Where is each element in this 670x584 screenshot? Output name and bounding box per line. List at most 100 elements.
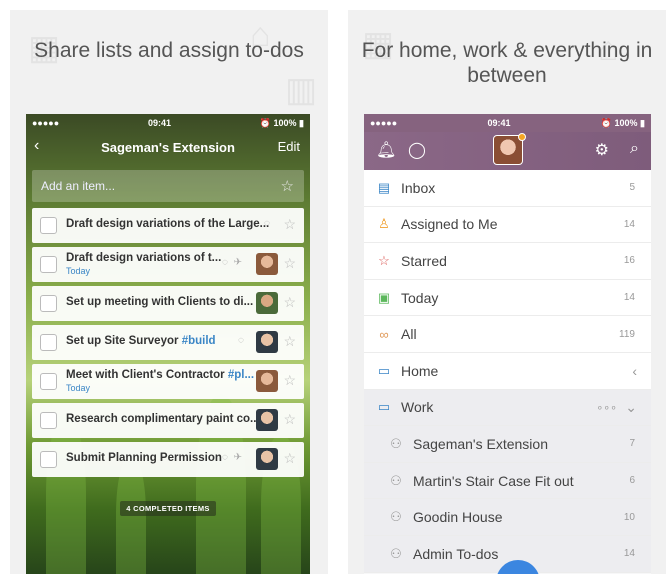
shared-list-icon: ⚇: [390, 435, 402, 451]
task-checkbox[interactable]: [40, 373, 57, 390]
shared-list-icon: ⚇: [390, 509, 402, 525]
completed-label: 4 COMPLETED ITEMS: [120, 501, 216, 516]
reminder-icon: ✈: [233, 257, 242, 268]
task-item[interactable]: Meet with Client's Contractor #pl... Tod…: [32, 364, 304, 399]
hashtag: #pl...: [227, 369, 255, 381]
sidebar-item-today[interactable]: ▣ Today 14: [364, 279, 651, 317]
assignee-avatar: [256, 331, 278, 353]
trash-doodle-icon: ▥: [285, 71, 318, 109]
bell-icon[interactable]: 🔔︎: [376, 140, 396, 160]
user-avatar[interactable]: [493, 133, 526, 165]
add-item-placeholder: Add an item...: [41, 179, 116, 193]
signal-indicator: ●●●●●: [370, 118, 398, 128]
phone-screen-list: ●●●●● 09:41 ⏰ 100% ▮ ‹ Sageman's Extensi…: [26, 114, 310, 574]
battery-indicator: ⏰ 100% ▮: [259, 117, 304, 128]
nav-bar: ‹ Sageman's Extension Edit: [26, 132, 310, 162]
sidebar-item-inbox[interactable]: ▤ Inbox 5: [364, 170, 651, 207]
task-title: Meet with Client's Contractor #pl...: [66, 369, 255, 381]
star-icon[interactable]: ☆: [283, 411, 296, 428]
shared-list-icon: ⚇: [390, 472, 402, 488]
task-title: Draft design variations of the Large...: [66, 218, 270, 230]
headline: For home, work & everything in between: [361, 39, 653, 87]
search-icon[interactable]: ⌕: [630, 140, 639, 158]
task-checkbox[interactable]: [40, 412, 57, 429]
hashtag: #build: [181, 335, 216, 347]
star-icon: ☆: [378, 252, 390, 268]
sidebar-list-item[interactable]: ⚇ Sageman's Extension 7: [364, 426, 651, 463]
folder-icon: ▭: [377, 399, 391, 415]
shared-list-icon: ⚇: [390, 545, 402, 561]
right-promo-panel: ▦ ⌂ For home, work & everything in betwe…: [348, 10, 666, 574]
task-title: Research complimentary paint co...: [66, 413, 260, 425]
star-icon[interactable]: ☆: [281, 177, 294, 195]
task-item[interactable]: Set up meeting with Clients to di... ☆: [32, 286, 304, 321]
notification-dot: [518, 133, 526, 141]
task-item[interactable]: Draft design variations of t... Today ◌ …: [32, 247, 304, 282]
comment-icon: ◌: [222, 257, 228, 268]
due-date: Today: [66, 383, 91, 393]
sidebar-folder-home[interactable]: ▭ Home ‹: [364, 352, 651, 390]
comment-icon: ◌: [222, 452, 228, 463]
task-checkbox[interactable]: [40, 451, 57, 468]
task-list: Draft design variations of the Large... …: [32, 208, 304, 481]
assignee-avatar: [256, 253, 278, 275]
gear-icon[interactable]: ⚙: [595, 140, 609, 160]
chevron-left-icon[interactable]: ‹: [632, 363, 637, 379]
star-icon[interactable]: ☆: [283, 333, 296, 350]
sidebar-folder-work[interactable]: ▭ Work ∘∘∘ ⌄: [364, 389, 651, 427]
chevron-down-icon[interactable]: ⌄: [625, 399, 637, 416]
task-title: Submit Planning Permission: [66, 452, 222, 464]
infinity-icon: ∞: [379, 326, 389, 342]
sidebar-item-assigned[interactable]: ♙ Assigned to Me 14: [364, 206, 651, 244]
chat-icon[interactable]: ◯: [408, 140, 426, 160]
left-promo-panel: ▦ ⌂ ▥ Share lists and assign to-dos ●●●●…: [10, 10, 328, 574]
completed-items-toggle[interactable]: 4 COMPLETED ITEMS: [26, 498, 310, 516]
task-checkbox[interactable]: [40, 256, 57, 273]
sidebar-item-all[interactable]: ∞ All 119: [364, 316, 651, 353]
person-icon: ♙: [378, 216, 390, 232]
task-item[interactable]: Submit Planning Permission ◌ ✈ ☆: [32, 442, 304, 477]
task-title: Draft design variations of t...: [66, 252, 222, 264]
due-date: Today: [66, 266, 91, 276]
back-icon[interactable]: ‹: [34, 137, 39, 155]
star-icon[interactable]: ☆: [283, 450, 296, 467]
headline: Share lists and assign to-dos: [34, 39, 304, 62]
task-checkbox[interactable]: [40, 217, 57, 234]
task-item[interactable]: Set up Site Surveyor #build ◌ ☆: [32, 325, 304, 360]
calendar-icon: ▣: [377, 289, 391, 305]
star-icon[interactable]: ☆: [283, 372, 296, 389]
task-item[interactable]: Draft design variations of the Large... …: [32, 208, 304, 243]
assignee-avatar: [256, 409, 278, 431]
signal-indicator: ●●●●●: [32, 118, 60, 128]
nav-bar: 🔔︎ ◯ ⚙ ⌕: [364, 132, 651, 170]
assignee-avatar: [256, 292, 278, 314]
phone-screen-sidebar: ●●●●● 09:41 ⏰ 100% ▮ 🔔︎ ◯ ⚙ ⌕ ▤ Inbox 5 …: [364, 114, 651, 574]
task-title: Set up Site Surveyor #build: [66, 335, 216, 347]
folder-icon: ▭: [377, 362, 391, 378]
add-item-input[interactable]: Add an item... ☆: [32, 170, 304, 202]
task-checkbox[interactable]: [40, 334, 57, 351]
assignee-avatar: [256, 370, 278, 392]
assignee-avatar: [256, 448, 278, 470]
comment-icon: ◌: [264, 218, 270, 229]
sidebar-menu: ▤ Inbox 5 ♙ Assigned to Me 14 ☆ Starred …: [364, 170, 651, 573]
task-item[interactable]: Research complimentary paint co... ☆: [32, 403, 304, 438]
list-title: Sageman's Extension: [101, 139, 235, 155]
comment-icon: ◌: [238, 335, 244, 346]
star-icon[interactable]: ☆: [283, 294, 296, 311]
sidebar-item-starred[interactable]: ☆ Starred 16: [364, 243, 651, 280]
sidebar-list-item[interactable]: ⚇ Martin's Stair Case Fit out 6: [364, 462, 651, 500]
task-title: Set up meeting with Clients to di...: [66, 296, 254, 308]
status-time: 09:41: [147, 118, 171, 128]
inbox-icon: ▤: [377, 179, 391, 195]
star-icon[interactable]: ☆: [283, 216, 296, 233]
status-bar: ●●●●● 09:41 ⏰ 100% ▮: [364, 114, 651, 132]
status-bar: ●●●●● 09:41 ⏰ 100% ▮: [26, 114, 310, 132]
sidebar-list-item[interactable]: ⚇ Goodin House 10: [364, 499, 651, 536]
reminder-icon: ✈: [233, 452, 242, 463]
battery-indicator: ⏰ 100% ▮: [600, 117, 645, 128]
more-icon[interactable]: ∘∘∘: [596, 401, 617, 414]
edit-button[interactable]: Edit: [278, 139, 300, 154]
star-icon[interactable]: ☆: [283, 255, 296, 272]
task-checkbox[interactable]: [40, 295, 57, 312]
